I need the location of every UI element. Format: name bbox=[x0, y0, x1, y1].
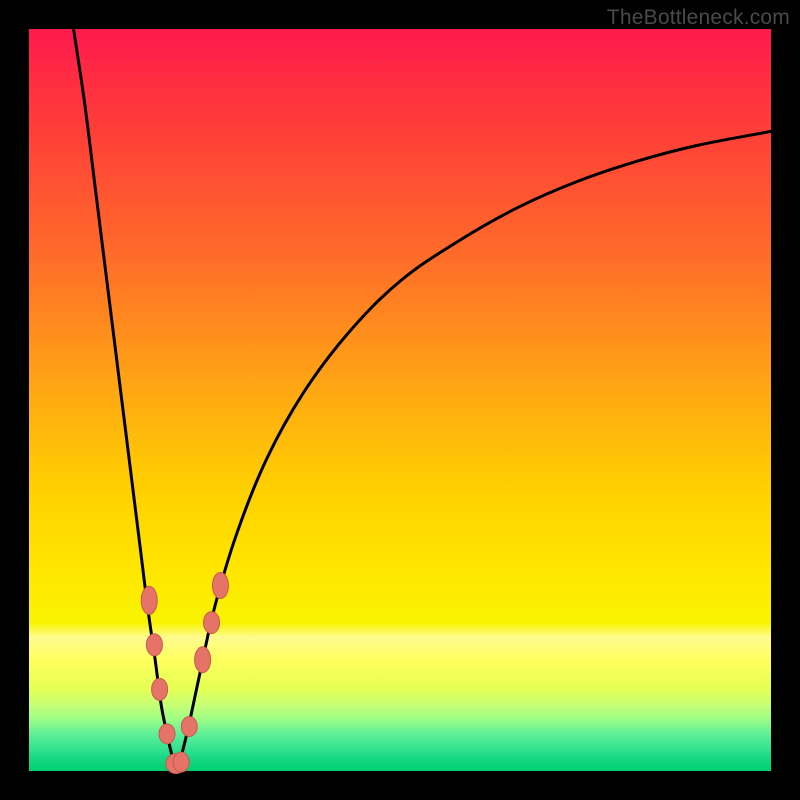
data-marker bbox=[212, 573, 228, 599]
curve-group bbox=[74, 29, 771, 767]
chart-svg bbox=[29, 29, 771, 771]
data-marker bbox=[159, 724, 175, 744]
curve-right-branch bbox=[176, 131, 771, 767]
data-marker bbox=[152, 678, 168, 700]
data-marker bbox=[204, 612, 220, 634]
data-marker bbox=[195, 647, 211, 673]
data-marker bbox=[141, 586, 157, 614]
data-marker bbox=[173, 752, 189, 772]
data-marker bbox=[146, 634, 162, 656]
curve-left-branch bbox=[74, 29, 176, 767]
data-marker bbox=[181, 716, 197, 736]
watermark-text: TheBottleneck.com bbox=[607, 6, 790, 30]
chart-frame: TheBottleneck.com bbox=[0, 0, 800, 800]
